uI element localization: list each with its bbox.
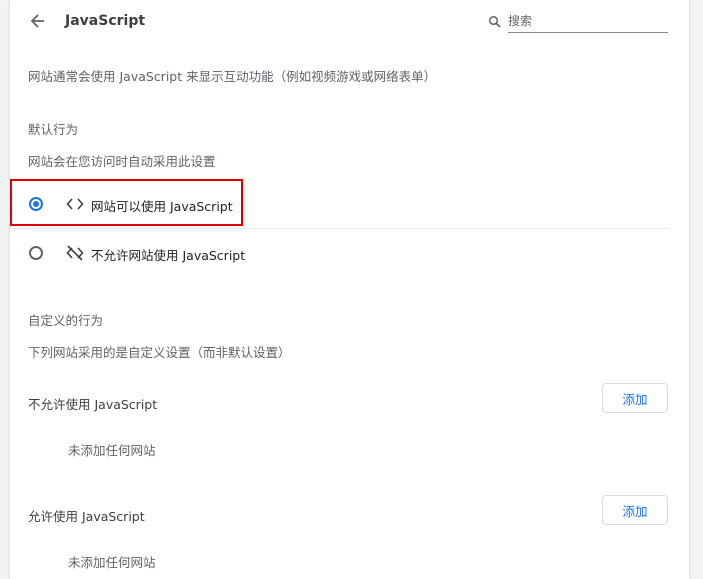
radio-unchecked[interactable] — [29, 246, 43, 260]
default-behavior-heading: 默认行为 — [28, 122, 79, 137]
allowed-list-title: 允许使用 JavaScript — [28, 509, 145, 524]
code-off-icon — [66, 244, 84, 262]
add-allowed-site-button[interactable]: 添加 — [602, 495, 668, 525]
add-blocked-site-button[interactable]: 添加 — [602, 383, 668, 413]
option-label: 不允许网站使用 JavaScript — [91, 248, 246, 263]
highlight-box — [10, 179, 243, 226]
option-block-javascript[interactable]: 不允许网站使用 JavaScript — [10, 229, 669, 277]
search-box[interactable] — [488, 10, 670, 34]
allowed-list-empty: 未添加任何网站 — [68, 555, 156, 570]
default-behavior-subheading: 网站会在您访问时自动采用此设置 — [28, 154, 216, 169]
back-arrow-icon[interactable] — [28, 11, 48, 31]
page-title: JavaScript — [65, 13, 146, 29]
custom-behavior-heading: 自定义的行为 — [28, 313, 104, 328]
blocked-list-empty: 未添加任何网站 — [68, 443, 156, 458]
search-input[interactable] — [508, 10, 668, 33]
page-description: 网站通常会使用 JavaScript 来显示互动功能（例如视频游戏或网络表单） — [28, 69, 437, 84]
custom-behavior-subheading: 下列网站采用的是自定义设置（而非默认设置） — [28, 345, 291, 360]
blocked-list-title: 不允许使用 JavaScript — [28, 397, 158, 412]
search-icon — [488, 14, 502, 28]
settings-card: JavaScript 网站通常会使用 JavaScript 来显示互动功能（例如… — [10, 0, 689, 579]
